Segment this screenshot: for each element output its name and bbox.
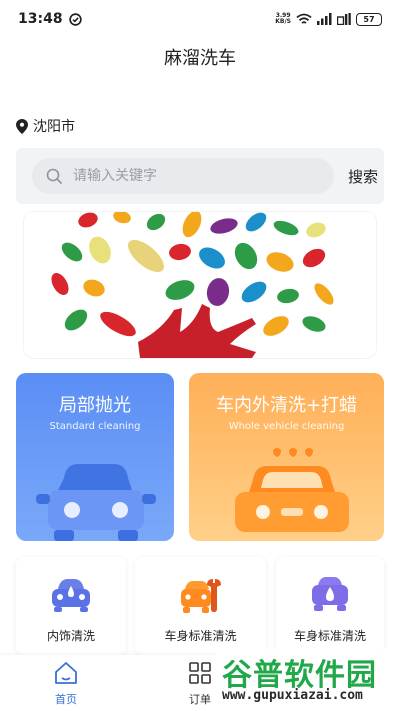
service-card-full-wash-wax[interactable]: 车内外清洗+打蜡 Whole vehicle cleaning — [189, 373, 384, 541]
status-time: 13:48 — [18, 11, 63, 27]
car-repair-icon — [180, 579, 221, 613]
net-speed-unit: KB/S — [275, 18, 291, 25]
mini-service-body-clean[interactable]: 车身标准清洗 — [135, 557, 266, 655]
status-bar: 13:48 3.99 KB/S 57 — [0, 0, 400, 38]
tab-home[interactable]: 首页 — [36, 661, 96, 707]
status-bar-right: 3.99 KB/S 57 — [275, 12, 382, 26]
service-title: 车内外清洗+打蜡 — [215, 395, 358, 416]
search-input[interactable] — [71, 167, 295, 185]
mini-service-body-clean-2[interactable]: 车身标准清洗 — [276, 557, 384, 655]
mini-service-label: 内饰清洗 — [46, 629, 95, 643]
search-button[interactable]: 搜索 — [348, 166, 378, 187]
watermark-url: www.gupuxiazai.com — [222, 688, 363, 703]
service-subtitle: Whole vehicle cleaning — [228, 421, 345, 432]
home-icon — [55, 662, 77, 684]
service-card-polish[interactable]: 局部抛光 Standard cleaning — [16, 373, 174, 541]
car-front-icon — [36, 464, 156, 541]
location-selector[interactable]: 沈阳市 — [16, 116, 75, 136]
mini-service-label: 车身标准清洗 — [293, 629, 366, 643]
search-bar: 搜索 — [16, 148, 384, 204]
network-speed: 3.99 KB/S — [275, 13, 291, 25]
service-subtitle: Standard cleaning — [49, 421, 141, 432]
promo-banner[interactable] — [24, 212, 376, 358]
site-watermark: 谷普软件园 www.gupuxiazai.com — [216, 648, 400, 711]
hd-signal-icon — [337, 13, 351, 25]
service-title: 局部抛光 — [59, 395, 131, 416]
search-input-wrapper[interactable] — [32, 158, 334, 194]
location-pin-icon — [16, 118, 28, 134]
search-icon — [46, 168, 63, 184]
leaf-tree-illustration — [51, 212, 334, 358]
check-circle-icon — [68, 12, 82, 26]
car-wash-drops-icon — [235, 448, 349, 532]
city-label: 沈阳市 — [33, 119, 75, 135]
tab-home-label: 首页 — [55, 693, 77, 706]
mini-service-label: 车身标准清洗 — [164, 629, 237, 643]
status-bar-left: 13:48 — [18, 11, 82, 27]
wifi-icon — [296, 13, 312, 24]
car-interior-icon — [52, 579, 90, 612]
car-wash-icon — [312, 577, 348, 611]
mini-service-interior-clean[interactable]: 内饰清洗 — [16, 557, 126, 655]
page-title: 麻溜洗车 — [164, 48, 236, 69]
signal-icon — [317, 13, 332, 25]
order-grid-icon — [189, 662, 211, 684]
battery-indicator: 57 — [356, 12, 382, 26]
